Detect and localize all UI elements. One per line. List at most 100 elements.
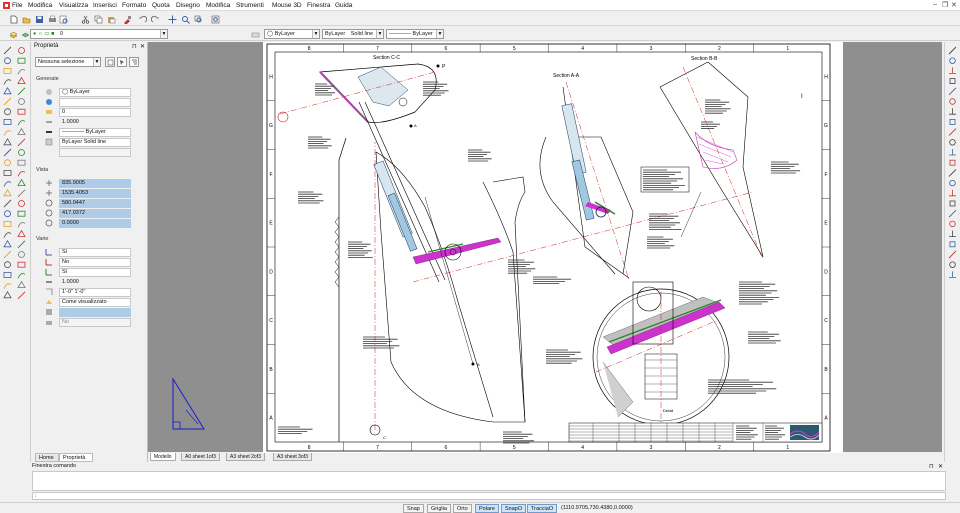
- osnap-button-icon[interactable]: [949, 78, 956, 84]
- tool-button-icon[interactable]: [17, 57, 26, 64]
- tool-button-icon[interactable]: [3, 97, 12, 106]
- tool-button-icon[interactable]: [17, 69, 26, 75]
- print-preview-icon[interactable]: [58, 14, 68, 24]
- make-object-layer-current-icon[interactable]: [250, 29, 260, 39]
- tool-button-icon[interactable]: [17, 127, 26, 135]
- copy-icon[interactable]: [93, 14, 103, 24]
- tool-button-icon[interactable]: [3, 291, 12, 299]
- menu-mouse3d[interactable]: Mouse 3D: [272, 2, 302, 9]
- pin-icon[interactable]: ⊓: [132, 43, 137, 50]
- tool-button-icon[interactable]: [3, 240, 12, 248]
- tool-button-icon[interactable]: [3, 87, 12, 95]
- tab-a3-sheet-2[interactable]: A3 sheet 2of3: [226, 453, 265, 461]
- close-command-icon[interactable]: ✕: [938, 463, 943, 470]
- layer-dropdown[interactable]: ● ☼ ▭ ■ 0 ▼: [30, 29, 168, 39]
- menu-guida[interactable]: Guida: [335, 2, 352, 9]
- osnap-button-icon[interactable]: [949, 119, 956, 125]
- linetype-dropdown[interactable]: ByLayer Solid line ▼: [322, 29, 384, 39]
- paste-icon[interactable]: [106, 14, 116, 24]
- prop-layer[interactable]: 0: [59, 108, 131, 117]
- save-icon[interactable]: [34, 14, 44, 24]
- tool-button-icon[interactable]: [17, 87, 26, 96]
- polar-toggle[interactable]: Polare: [475, 504, 499, 513]
- prop-linescale[interactable]: 1.0000: [59, 118, 131, 127]
- tab-properties[interactable]: Proprietà: [59, 453, 93, 462]
- osnap-button-icon[interactable]: [949, 241, 956, 248]
- view-center-y[interactable]: 1535.4053: [59, 189, 131, 198]
- tool-button-icon[interactable]: [18, 98, 25, 105]
- misc-ucs-on[interactable]: Sì: [59, 248, 131, 257]
- restore-button[interactable]: ❐: [942, 1, 948, 9]
- osnap-button-icon[interactable]: [949, 220, 956, 228]
- view-height[interactable]: 580.0447: [59, 199, 131, 208]
- zoom-extents-icon[interactable]: [210, 14, 220, 24]
- osnap-button-icon[interactable]: [949, 179, 956, 187]
- menu-formato[interactable]: Formato: [122, 2, 146, 9]
- zoom-window-icon[interactable]: [193, 14, 203, 24]
- menu-inserisci[interactable]: Inserisci: [93, 2, 117, 9]
- osnap-button-icon[interactable]: [948, 169, 957, 177]
- tool-button-icon[interactable]: [18, 200, 25, 207]
- tool-button-icon[interactable]: [4, 108, 11, 116]
- tab-home[interactable]: Home: [35, 453, 59, 462]
- lineweight-dropdown[interactable]: ———— ByLayer ▼: [386, 29, 444, 39]
- tool-button-icon[interactable]: [17, 291, 26, 300]
- tool-button-icon[interactable]: [17, 229, 26, 237]
- osnap-button-icon[interactable]: [948, 250, 957, 259]
- tool-button-icon[interactable]: [17, 189, 26, 198]
- tool-button-icon[interactable]: [17, 210, 26, 217]
- osnap-button-icon[interactable]: [949, 98, 956, 105]
- ortho-toggle[interactable]: Orto: [453, 504, 472, 513]
- tool-button-icon[interactable]: [4, 210, 11, 218]
- menu-disegno[interactable]: Disegno: [176, 2, 200, 9]
- tool-button-icon[interactable]: [3, 189, 12, 197]
- osnap-button-icon[interactable]: [948, 87, 957, 96]
- tool-button-icon[interactable]: [17, 108, 26, 115]
- osnap-button-icon[interactable]: [949, 230, 956, 237]
- osnap-button-icon[interactable]: [949, 159, 956, 166]
- zoom-realtime-icon[interactable]: [180, 14, 190, 24]
- pin-icon[interactable]: ⊓: [929, 463, 934, 470]
- prop-color[interactable]: ◯ ByLayer: [59, 88, 131, 97]
- misc-scale[interactable]: 1.0000: [59, 278, 131, 287]
- open-icon[interactable]: [21, 14, 31, 24]
- menu-modifica-2[interactable]: Modifica: [206, 2, 230, 9]
- osnap-button-icon[interactable]: [949, 67, 956, 74]
- osnap-button-icon[interactable]: [948, 209, 957, 218]
- tool-button-icon[interactable]: [18, 251, 25, 258]
- tool-button-icon[interactable]: [17, 273, 26, 279]
- view-center-z[interactable]: 0.0000: [59, 219, 131, 228]
- tool-button-icon[interactable]: [3, 79, 12, 85]
- tab-model[interactable]: Modello: [150, 453, 176, 461]
- menu-strumenti[interactable]: Strumenti: [236, 2, 264, 9]
- menu-visualizza[interactable]: Visualizza: [59, 2, 88, 9]
- misc-visual-style[interactable]: Come visualizzato: [59, 298, 131, 307]
- tool-button-icon[interactable]: [17, 159, 26, 166]
- misc-shade[interactable]: [59, 308, 131, 317]
- tool-button-icon[interactable]: [17, 222, 26, 228]
- tool-button-icon[interactable]: [17, 138, 26, 147]
- tab-a3-sheet-3[interactable]: A3 sheet 3of3: [273, 453, 312, 461]
- tool-button-icon[interactable]: [4, 57, 11, 65]
- tool-button-icon[interactable]: [17, 178, 26, 186]
- tool-button-icon[interactable]: [18, 47, 25, 54]
- osnap-button-icon[interactable]: [949, 271, 956, 278]
- misc-locked[interactable]: No: [59, 318, 131, 327]
- osnap-button-icon[interactable]: [949, 261, 956, 268]
- tool-button-icon[interactable]: [3, 67, 12, 74]
- undo-icon[interactable]: [137, 14, 147, 24]
- prop-lineweight[interactable]: ———— ByLayer: [59, 128, 131, 137]
- tool-button-icon[interactable]: [3, 232, 12, 238]
- osnap-button-icon[interactable]: [949, 200, 956, 207]
- menu-quota[interactable]: Quota: [152, 2, 170, 9]
- snap-toggle[interactable]: Snap: [403, 504, 424, 513]
- menu-file[interactable]: File: [12, 2, 22, 9]
- misc-ucs-origin[interactable]: No: [59, 258, 131, 267]
- tool-button-icon[interactable]: [17, 171, 26, 177]
- tool-button-icon[interactable]: [3, 130, 12, 136]
- tool-button-icon[interactable]: [3, 199, 12, 208]
- tool-button-icon[interactable]: [18, 149, 25, 156]
- minimize-button[interactable]: –: [933, 1, 937, 8]
- grid-toggle[interactable]: Griglia: [427, 504, 451, 513]
- tool-button-icon[interactable]: [3, 181, 12, 187]
